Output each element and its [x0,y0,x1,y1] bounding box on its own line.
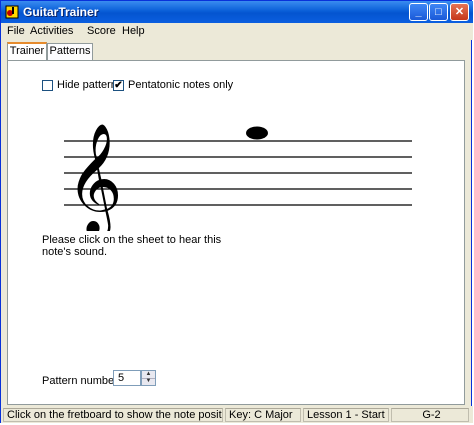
status-bar: Click on the fretboard to show the note … [1,406,473,423]
menu-help[interactable]: Help [122,25,145,37]
instruction-text: Please click on the sheet to hear this n… [42,234,222,258]
window-title: GuitarTrainer [23,5,99,19]
menu-score[interactable]: Score [87,25,116,37]
menu-activities[interactable]: Activities [30,25,73,37]
tab-trainer[interactable]: Trainer [7,42,47,61]
fretboard[interactable] [8,61,464,141]
app-window: GuitarTrainer _ □ ✕ File Activities Scor… [0,0,473,423]
pattern-number-spinner[interactable]: ▲ ▼ [141,370,156,386]
status-lesson: Lesson 1 - Start [303,408,389,422]
menu-bar: File Activities Score Help [1,23,473,40]
minimize-button[interactable]: _ [409,3,428,21]
tab-patterns[interactable]: Patterns [47,43,93,60]
spinner-down-icon[interactable]: ▼ [142,378,155,385]
guitar-app-icon [5,5,19,19]
maximize-button[interactable]: □ [429,3,448,21]
close-button[interactable]: ✕ [450,3,469,21]
menu-file[interactable]: File [7,25,25,37]
status-note: G-2 [391,408,469,422]
pattern-number-input[interactable]: 5 [113,370,141,386]
status-hint: Click on the fretboard to show the note … [3,408,223,422]
trainer-panel: Hide pattern ✔ Pentatonic notes only 𝄞 P… [7,60,465,405]
status-key: Key: C Major [225,408,301,422]
title-bar[interactable]: GuitarTrainer _ □ ✕ [1,1,473,23]
pattern-number-label: Pattern number: [42,375,121,387]
